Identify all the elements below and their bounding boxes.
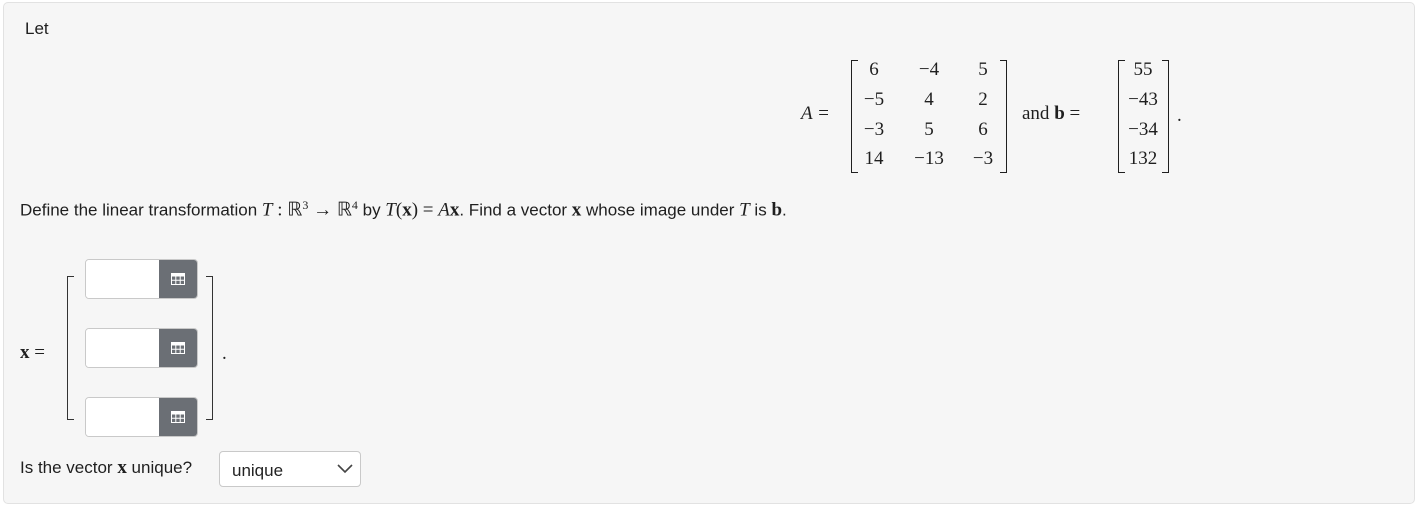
- matrix-a-left-bracket: [851, 60, 858, 173]
- intro-let: Let: [25, 19, 49, 38]
- matrix-a-cell: 5: [978, 59, 988, 80]
- unique-select[interactable]: unique: [219, 451, 361, 487]
- matrix-a-right-bracket: [1000, 60, 1007, 173]
- matrix-a-cell: −3: [972, 148, 994, 169]
- vector-b-cell: −43: [1128, 89, 1158, 110]
- answer-period: .: [222, 343, 227, 364]
- answer-input-2[interactable]: [86, 329, 160, 367]
- matrix-grid-icon-button[interactable]: [159, 398, 197, 436]
- matrix-grid-icon: [171, 411, 185, 423]
- matrix-a-cell: −5: [863, 89, 885, 110]
- matrix-a-cell: 2: [978, 89, 988, 110]
- matrix-a-cell: −3: [863, 119, 885, 140]
- answer-input-1[interactable]: [86, 260, 160, 298]
- answer-entry-1: [85, 259, 198, 299]
- vector-b-left-bracket: [1118, 60, 1125, 173]
- vector-b-cell: −34: [1128, 119, 1158, 140]
- unique-question: Is the vector x unique?: [20, 457, 193, 478]
- answer-x-label: x =: [20, 342, 45, 363]
- vector-b-right-bracket: [1162, 60, 1169, 173]
- answer-entry-3: [85, 397, 198, 437]
- answer-input-3[interactable]: [86, 398, 160, 436]
- matrix-a-cell: −4: [918, 59, 940, 80]
- chevron-down-icon: [337, 464, 353, 474]
- matrix-a-cell: −13: [914, 148, 944, 169]
- vector-b-cell: 132: [1128, 148, 1158, 169]
- matrix-a-cell: 4: [924, 89, 934, 110]
- matrix-a-cell: 14: [864, 148, 884, 169]
- answer-left-bracket: [67, 276, 74, 420]
- matrix-a-label: A =: [801, 103, 830, 124]
- answer-entry-2: [85, 328, 198, 368]
- vector-b-cell: 55: [1133, 59, 1153, 80]
- unique-select-value: unique: [232, 461, 284, 480]
- question-panel: [3, 2, 1415, 504]
- matrix-a-cell: 5: [924, 119, 934, 140]
- matrix-grid-icon: [171, 273, 185, 285]
- matrix-grid-icon-button[interactable]: [159, 329, 197, 367]
- matrix-a-cell: 6: [869, 59, 879, 80]
- matrix-a-cell: 6: [978, 119, 988, 140]
- vector-b-period: .: [1177, 105, 1182, 126]
- and-b-label: and b =: [1022, 103, 1081, 124]
- matrix-grid-icon-button[interactable]: [159, 260, 197, 298]
- answer-right-bracket: [206, 276, 213, 420]
- matrix-grid-icon: [171, 342, 185, 354]
- problem-statement: Define the linear transformation T : ℝ3 …: [20, 198, 787, 221]
